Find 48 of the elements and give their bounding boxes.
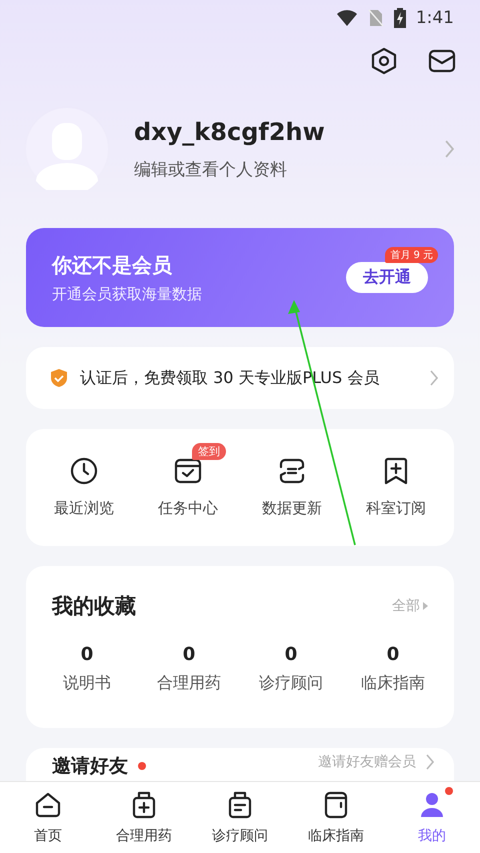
refresh-icon bbox=[278, 457, 306, 485]
favorite-category[interactable]: 临床指南 bbox=[361, 673, 425, 694]
favorite-category[interactable]: 诊疗顾问 bbox=[259, 673, 323, 694]
nav-tab[interactable]: 临床指南 bbox=[288, 782, 384, 853]
membership-subtitle: 开通会员获取海量数据 bbox=[52, 284, 203, 304]
username: dxy_k8cgf2hw bbox=[134, 118, 326, 146]
person-icon bbox=[419, 790, 445, 818]
nav-tab[interactable]: 诊疗顾问 bbox=[192, 782, 288, 853]
membership-title: 你还不是会员 bbox=[52, 252, 173, 278]
home-icon bbox=[35, 790, 61, 818]
shortcut-label[interactable]: 最近浏览 bbox=[54, 499, 114, 518]
mail-icon[interactable] bbox=[428, 49, 456, 73]
sign-in-badge: 签到 bbox=[192, 443, 226, 460]
membership-banner[interactable]: 你还不是会员 开通会员获取海量数据 首月 9 元 去开通 bbox=[26, 228, 454, 327]
favorite-count: 0 bbox=[386, 644, 400, 665]
profile-subtitle[interactable]: 编辑或查看个人资料 bbox=[134, 158, 419, 180]
caret-right-icon bbox=[423, 602, 428, 610]
favorites-title: 我的收藏 bbox=[52, 593, 136, 620]
shortcut-label[interactable]: 数据更新 bbox=[262, 499, 322, 518]
medicine-bottle-icon bbox=[131, 790, 157, 818]
shortcut-label[interactable]: 任务中心 bbox=[158, 499, 218, 518]
invite-card[interactable]: 邀请好友 邀请好友赠会员 bbox=[26, 748, 454, 781]
favorite-count: 0 bbox=[182, 644, 196, 665]
calendar-check-icon bbox=[174, 457, 202, 485]
book-icon bbox=[323, 790, 349, 818]
bookmark-plus-icon bbox=[382, 457, 410, 485]
favorite-count: 0 bbox=[284, 644, 298, 665]
invite-title: 邀请好友 bbox=[52, 754, 128, 779]
battery-charging-icon bbox=[394, 8, 406, 28]
favorite-category[interactable]: 说明书 bbox=[63, 673, 111, 694]
chevron-right-icon bbox=[430, 370, 438, 386]
shortcut-label[interactable]: 科室订阅 bbox=[366, 499, 426, 518]
nav-tab[interactable]: 首页 bbox=[0, 782, 96, 853]
no-sim-icon bbox=[368, 9, 384, 27]
price-badge: 首月 9 元 bbox=[385, 247, 438, 263]
subscribe-button[interactable]: 去开通 bbox=[346, 262, 428, 293]
nav-tab[interactable]: 我的 bbox=[384, 782, 480, 853]
chevron-right-icon bbox=[445, 140, 454, 158]
clock-icon bbox=[70, 457, 98, 485]
status-time: 1:41 bbox=[416, 8, 454, 28]
clipboard-icon bbox=[227, 790, 253, 818]
wifi-icon bbox=[336, 9, 358, 27]
favorite-count: 0 bbox=[80, 644, 94, 665]
nav-tab[interactable]: 合理用药 bbox=[96, 782, 192, 853]
shield-check-icon bbox=[50, 368, 68, 388]
settings-icon[interactable] bbox=[370, 47, 398, 75]
favorite-category[interactable]: 合理用药 bbox=[157, 673, 221, 694]
chevron-right-icon bbox=[426, 754, 434, 770]
